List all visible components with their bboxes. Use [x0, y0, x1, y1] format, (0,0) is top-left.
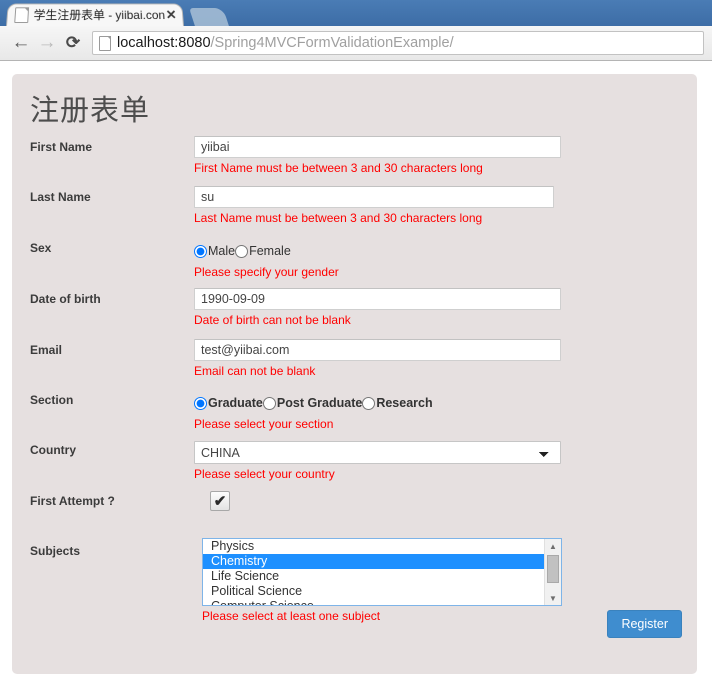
page-favicon-icon — [14, 7, 30, 24]
subject-option-chemistry[interactable]: Chemistry — [203, 554, 544, 569]
first-attempt-checkbox[interactable]: ✔ — [210, 491, 230, 511]
form-row-email: Email Email can not be blank — [12, 339, 697, 393]
radio-section-research[interactable]: Research — [362, 395, 433, 411]
new-tab-button[interactable] — [189, 8, 229, 26]
error-subjects: Please select at least one subject — [202, 609, 381, 623]
label-sex: Sex — [30, 241, 52, 255]
field-first-name: First Name must be between 3 and 30 char… — [194, 136, 594, 175]
browser-toolbar: ← → ⟳ localhost:8080/Spring4MVCFormValid… — [0, 26, 712, 61]
submit-area: Register — [607, 610, 682, 638]
scroll-up-icon[interactable]: ▲ — [545, 539, 561, 553]
radio-input-male[interactable] — [194, 244, 207, 258]
email-input[interactable] — [194, 339, 561, 361]
close-icon[interactable]: ✕ — [164, 7, 179, 22]
radio-input-female[interactable] — [235, 244, 249, 258]
form-row-subjects: Subjects Physics Chemistry Life Science … — [12, 538, 697, 634]
radio-label-research: Research — [376, 396, 433, 410]
radio-input-post-graduate[interactable] — [262, 396, 276, 410]
address-bar-url: localhost:8080/Spring4MVCFormValidationE… — [117, 34, 454, 52]
label-country: Country — [30, 443, 76, 457]
error-dob: Date of birth can not be blank — [194, 313, 351, 327]
radio-sex-male[interactable]: Male — [194, 243, 235, 259]
radio-label-post-graduate: Post Graduate — [276, 396, 363, 410]
form-row-country: Country CHINA INDIA UNITED STATES SINGAP… — [12, 441, 697, 494]
field-last-name: Last Name must be between 3 and 30 chara… — [194, 186, 594, 225]
form-row-first-attempt: First Attempt ? ✔ — [12, 491, 697, 544]
form-row-last-name: Last Name Last Name must be between 3 an… — [12, 186, 697, 241]
error-last-name: Last Name must be between 3 and 30 chara… — [194, 211, 483, 225]
label-first-attempt: First Attempt ? — [30, 494, 115, 508]
form-row-section: Section Graduate Post Graduate Research Pl… — [12, 393, 697, 443]
check-icon: ✔ — [213, 492, 227, 510]
form-row-first-name: First Name First Name must be between 3 … — [12, 136, 697, 190]
radio-label-graduate: Graduate — [208, 396, 263, 410]
dob-input[interactable] — [194, 288, 561, 310]
subject-option-physics[interactable]: Physics — [203, 539, 544, 554]
field-dob: Date of birth can not be blank — [194, 288, 594, 327]
registration-form: 注册表单 First Name First Name must be betwe… — [12, 74, 697, 674]
label-first-name: First Name — [30, 140, 93, 154]
url-host: localhost:8080 — [117, 35, 211, 51]
form-row-dob: Date of birth Date of birth can not be b… — [12, 288, 697, 343]
radio-section-post-graduate[interactable]: Post Graduate — [262, 395, 363, 411]
form-rows: First Name First Name must be between 3 … — [12, 136, 697, 634]
last-name-input[interactable] — [194, 186, 554, 208]
label-last-name: Last Name — [30, 190, 91, 204]
field-section: Graduate Post Graduate Research Please sel… — [194, 393, 594, 431]
page-title: 注册表单 — [30, 93, 151, 127]
radio-section-graduate[interactable]: Graduate — [194, 395, 263, 411]
page-viewport: 注册表单 First Name First Name must be betwe… — [0, 62, 712, 686]
page-info-icon — [99, 35, 111, 51]
field-first-attempt: ✔ — [210, 490, 610, 511]
radio-input-graduate[interactable] — [194, 396, 207, 410]
radio-sex-female[interactable]: Female — [235, 243, 291, 259]
field-email: Email can not be blank — [194, 339, 594, 378]
field-country: CHINA INDIA UNITED STATES SINGAPORE Plea… — [194, 441, 594, 481]
scrollbar-thumb[interactable] — [547, 555, 559, 583]
address-bar[interactable]: localhost:8080/Spring4MVCFormValidationE… — [92, 31, 704, 55]
error-first-name: First Name must be between 3 and 30 char… — [194, 161, 483, 175]
tab-title: 学生注册表单 - yiibai.con — [33, 8, 165, 23]
error-email: Email can not be blank — [194, 364, 316, 378]
field-subjects: Physics Chemistry Life Science Political… — [202, 538, 602, 623]
field-sex: Male Female Please specify your gender — [194, 241, 594, 279]
label-dob: Date of birth — [30, 292, 101, 306]
label-email: Email — [30, 343, 63, 357]
radio-input-research[interactable] — [362, 396, 376, 410]
subject-option-life-science[interactable]: Life Science — [203, 569, 544, 584]
subjects-listbox-options: Physics Chemistry Life Science Political… — [203, 539, 544, 605]
tab-strip: 学生注册表单 - yiibai.con ✕ — [0, 0, 712, 26]
label-subjects: Subjects — [30, 544, 81, 558]
subject-option-computer-science[interactable]: Computer Science — [203, 599, 544, 605]
forward-icon[interactable]: → — [34, 30, 60, 56]
label-section: Section — [30, 393, 74, 407]
subjects-listbox[interactable]: Physics Chemistry Life Science Political… — [202, 538, 562, 606]
browser-window: 学生注册表单 - yiibai.con ✕ ← → ⟳ localhost:80… — [0, 0, 712, 686]
radio-label-female: Female — [249, 244, 291, 258]
error-sex: Please specify your gender — [194, 264, 339, 279]
first-name-input[interactable] — [194, 136, 561, 158]
error-section: Please select your section — [194, 416, 334, 431]
form-row-sex: Sex Male Female Please specify your gende… — [12, 241, 697, 292]
radio-label-male: Male — [208, 244, 236, 258]
browser-tab[interactable]: 学生注册表单 - yiibai.con ✕ — [6, 3, 184, 26]
subject-option-political-science[interactable]: Political Science — [203, 584, 544, 599]
scroll-down-icon[interactable]: ▼ — [545, 591, 561, 605]
url-path: /Spring4MVCFormValidationExample/ — [210, 35, 454, 51]
register-button[interactable]: Register — [607, 610, 682, 638]
country-select[interactable]: CHINA INDIA UNITED STATES SINGAPORE — [194, 441, 561, 464]
back-icon[interactable]: ← — [8, 30, 34, 56]
reload-icon[interactable]: ⟳ — [60, 30, 86, 56]
error-country: Please select your country — [194, 467, 335, 481]
sex-radio-group: Male Female — [194, 241, 594, 262]
section-radio-group: Graduate Post Graduate Research — [194, 393, 594, 414]
subjects-scrollbar[interactable]: ▲ ▼ — [544, 539, 561, 605]
